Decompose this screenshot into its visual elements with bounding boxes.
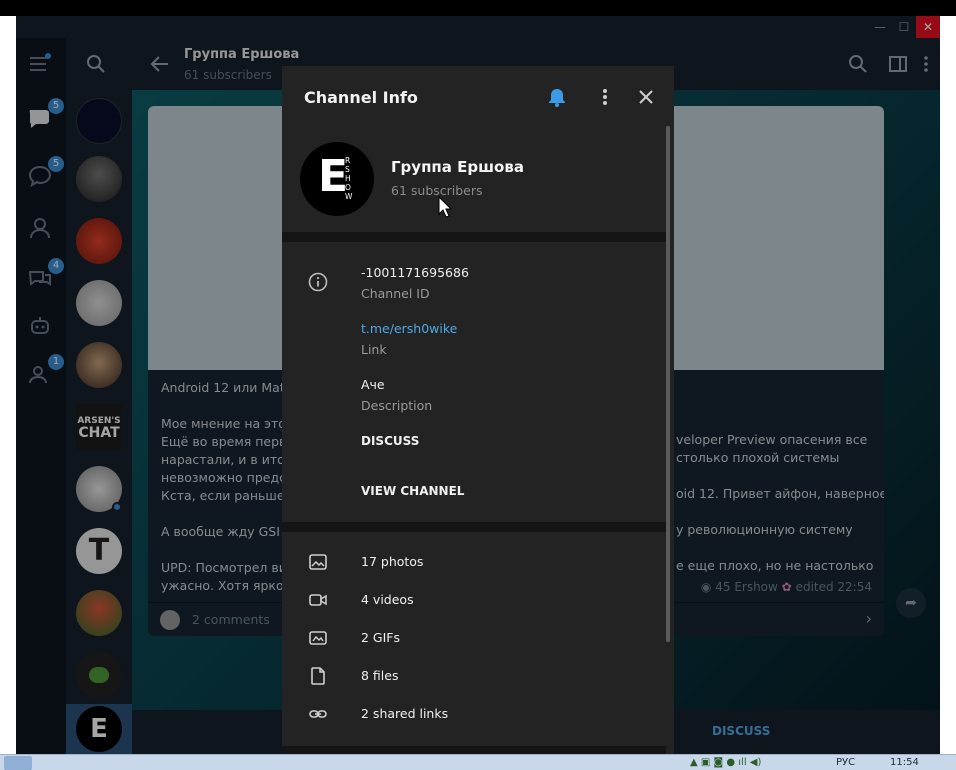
screen-left-margin	[0, 16, 16, 754]
media-row-photos[interactable]: 17 photos	[282, 544, 666, 582]
description-label: Description	[361, 398, 433, 413]
channel-id-value[interactable]: -1001171695686	[361, 265, 469, 280]
panel-title: Channel Info	[304, 88, 418, 107]
channel-info-panel: Channel Info E RSHOW Группа Ершова 61 su…	[282, 66, 674, 754]
media-row-links[interactable]: 2 shared links	[282, 696, 666, 734]
channel-name: Группа Ершова	[391, 158, 524, 176]
info-icon	[308, 272, 328, 296]
notifications-button[interactable]	[546, 86, 568, 108]
channel-subscribers[interactable]: 61 subscribers	[391, 183, 483, 198]
section-divider	[282, 232, 666, 242]
input-language[interactable]: РУС	[836, 757, 855, 768]
gif-icon	[309, 631, 327, 645]
clock[interactable]: 11:54	[890, 757, 919, 768]
channel-avatar[interactable]: E RSHOW	[300, 142, 374, 216]
discuss-button[interactable]: DISCUSS	[361, 434, 419, 448]
media-row-files[interactable]: 8 files	[282, 658, 666, 696]
avatar-letter: E	[318, 151, 349, 202]
bell-icon	[549, 89, 565, 107]
screen-top-border	[0, 0, 956, 16]
media-label: 17 photos	[361, 554, 424, 569]
windows-taskbar: ▲ ▣ ◙ ● ıll ◀) РУС 11:54	[0, 754, 956, 770]
media-row-videos[interactable]: 4 videos	[282, 582, 666, 620]
file-icon	[311, 667, 325, 685]
channel-id-label: Channel ID	[361, 286, 430, 301]
panel-more-button[interactable]	[594, 86, 616, 108]
video-icon	[309, 594, 327, 606]
media-label: 2 shared links	[361, 706, 449, 721]
mouse-cursor-icon	[438, 196, 452, 218]
start-button[interactable]	[4, 756, 32, 770]
screen: — ☐ ✕ 5 5 4 1 ARSEN'S CHAT T E Группа Ер…	[0, 0, 956, 770]
section-divider	[282, 746, 666, 754]
panel-close-button[interactable]	[635, 86, 657, 108]
section-divider	[282, 522, 666, 532]
description-value[interactable]: Аче	[361, 377, 385, 392]
link-label: Link	[361, 342, 387, 357]
media-row-gifs[interactable]: 2 GIFs	[282, 620, 666, 658]
channel-link[interactable]: t.me/ersh0wike	[361, 321, 457, 336]
more-vertical-icon	[603, 89, 607, 105]
avatar-wordmark: RSHOW	[345, 156, 353, 201]
close-icon	[639, 90, 653, 104]
link-icon	[309, 710, 327, 718]
view-channel-button[interactable]: VIEW CHANNEL	[361, 484, 464, 498]
panel-scrollbar[interactable]	[666, 126, 670, 642]
photo-icon	[309, 554, 327, 570]
media-label: 4 videos	[361, 592, 414, 607]
tray-icons[interactable]: ▲ ▣ ◙ ● ıll ◀)	[690, 757, 810, 769]
media-label: 2 GIFs	[361, 630, 401, 645]
media-label: 8 files	[361, 668, 399, 683]
